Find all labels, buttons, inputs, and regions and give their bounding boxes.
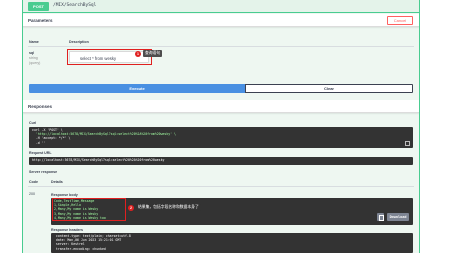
method-badge: POST bbox=[28, 2, 49, 11]
execute-button[interactable]: Execute bbox=[29, 84, 245, 93]
code-header: Code bbox=[29, 180, 38, 184]
annotation-badge-1: 1 bbox=[135, 51, 141, 57]
param-name: sql bbox=[29, 51, 35, 55]
col-description-header: Description bbox=[69, 40, 89, 44]
clear-button[interactable]: Clear bbox=[245, 84, 413, 93]
curl-label: Curl bbox=[29, 121, 37, 125]
operation-header[interactable]: POST /MIX/SearchBySql bbox=[23, 0, 419, 13]
response-headers-block[interactable]: content-type: text/plain; charset=utf-8 … bbox=[51, 233, 413, 253]
annotation-label-2: 结果集，包括字段名称和数据本身了 bbox=[136, 204, 201, 211]
cancel-button[interactable]: Cancel bbox=[387, 16, 413, 25]
curl-line: -d '' bbox=[32, 140, 46, 145]
request-url-block[interactable]: http://localhost:5678/MIX/SearchBySql?sq… bbox=[29, 157, 413, 165]
param-type: string bbox=[29, 56, 38, 60]
param-in: (query) bbox=[29, 61, 41, 65]
operation-panel: POST /MIX/SearchBySql Parameters Cancel … bbox=[22, 0, 420, 253]
endpoint-path: /MIX/SearchBySql bbox=[53, 3, 97, 8]
col-name-header: Name bbox=[29, 40, 39, 44]
parameters-title: Parameters bbox=[28, 18, 53, 23]
header-divider bbox=[28, 46, 414, 47]
response-code: 200 bbox=[29, 192, 35, 196]
request-url-value: http://localhost:5678/MIX/SearchBySql?sq… bbox=[32, 158, 165, 162]
responses-bar: Responses bbox=[23, 100, 419, 113]
download-button[interactable]: Download bbox=[387, 213, 409, 221]
response-headers-label: Response headers bbox=[51, 228, 83, 232]
copy-icon[interactable] bbox=[405, 141, 410, 146]
details-header: Details bbox=[51, 180, 63, 184]
server-response-label: Server response bbox=[29, 170, 58, 174]
request-url-label: Request URL bbox=[29, 151, 52, 155]
highlight-box-2 bbox=[52, 198, 126, 221]
curl-code-block[interactable]: curl -X 'POST' \ 'http://localhost:5678/… bbox=[29, 127, 413, 148]
response-body-label: Response body bbox=[51, 193, 78, 197]
annotation-label-1: 查询语句 bbox=[143, 50, 163, 57]
clipboard-icon[interactable] bbox=[377, 213, 384, 221]
response-divider bbox=[28, 186, 414, 187]
annotation-badge-2: 2 bbox=[128, 205, 134, 211]
parameters-bar: Parameters Cancel bbox=[23, 14, 419, 27]
responses-title: Responses bbox=[28, 104, 53, 109]
header-line: transfer-encoding: chunked bbox=[54, 246, 106, 251]
